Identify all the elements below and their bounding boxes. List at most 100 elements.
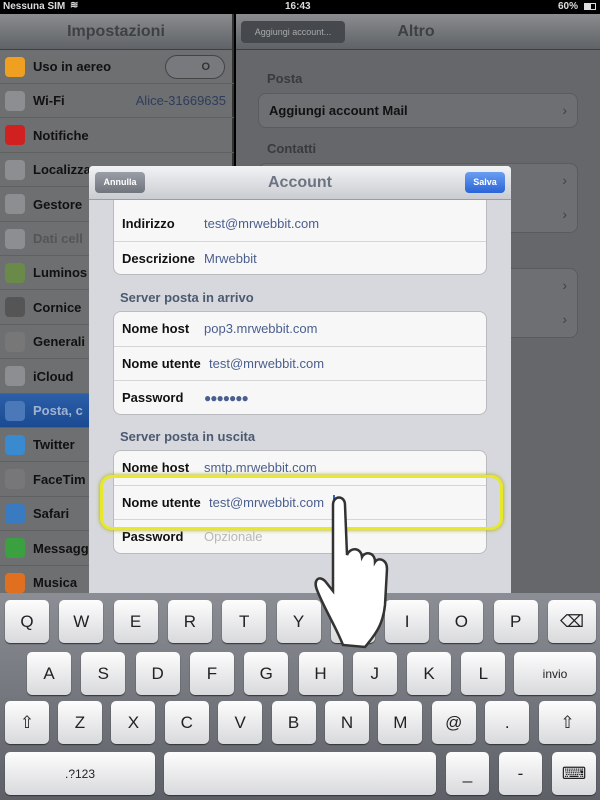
backspace-icon: ⌫ [559, 611, 585, 631]
key-label: I [404, 611, 410, 631]
key-x[interactable]: X [111, 701, 156, 744]
field-label: Nome host [122, 460, 190, 475]
key-k[interactable]: K [407, 652, 452, 695]
key-label: @ [445, 712, 463, 732]
key-j[interactable]: J [352, 652, 397, 695]
form-field[interactable]: Nome host pop3.mrwebbit.com [114, 312, 486, 347]
wifi-network-value: Alice-31669635 [135, 93, 226, 109]
key-z[interactable]: Z [58, 701, 102, 744]
key-o[interactable]: O [439, 600, 484, 643]
field-label: Nome host [122, 321, 190, 336]
key-s[interactable]: S [81, 652, 126, 695]
key-e[interactable]: E [113, 600, 158, 643]
field-value[interactable]: Mrwebbit [204, 242, 257, 275]
key-g[interactable]: G [244, 652, 289, 695]
sidebar-item[interactable]: Notifiche [0, 119, 234, 153]
form-field[interactable]: Indirizzo test@mrwebbit.com [114, 207, 486, 242]
key-v[interactable]: V [218, 701, 263, 744]
brightness-icon [5, 262, 25, 283]
form-field[interactable]: Descrizione Mrwebbit [114, 242, 486, 275]
key-f[interactable]: F [189, 652, 234, 695]
key-label: V [234, 712, 246, 732]
key-label: T [238, 611, 250, 631]
key-c[interactable]: C [164, 701, 209, 744]
battery-icon [584, 3, 596, 10]
chevron-right-icon: › [562, 102, 567, 118]
keyboard: QWERTYUIOP⌫ASDFGHJKLinvio⇧ZXCVBNM@.⇧.?12… [0, 593, 600, 800]
key-period[interactable]: . [485, 701, 530, 744]
sidebar-item-label: Musica [33, 575, 78, 590]
key-m[interactable]: M [378, 701, 423, 744]
key-label: Y [292, 611, 305, 631]
save-button[interactable]: Salva [465, 172, 505, 193]
return-key[interactable]: invio [514, 652, 596, 695]
key-label: C [180, 712, 193, 732]
shift-right-key[interactable]: ⇧ [539, 701, 596, 744]
shift-left-key[interactable]: ⇧ [5, 701, 49, 744]
airplane-icon [5, 56, 25, 77]
sidebar-item[interactable]: Uso in aereo O [0, 50, 234, 84]
highlight-outline [100, 475, 503, 530]
icloud-icon [5, 366, 25, 387]
key-at[interactable]: @ [431, 701, 476, 744]
key-label: G [259, 663, 273, 683]
key-l[interactable]: L [461, 652, 506, 695]
back-button[interactable]: Aggiungi account... [241, 21, 345, 43]
sidebar-item[interactable]: Wi-Fi Alice-31669635 [0, 84, 234, 119]
key-label: R [183, 611, 197, 631]
numbers-key[interactable]: .?123 [5, 752, 155, 795]
sidebar-item-label: iCloud [33, 368, 74, 384]
dash-key[interactable]: - [499, 752, 542, 795]
account-modal: Indirizzo test@mrwebbit.com Descrizione Mrw… [89, 166, 511, 596]
key-n[interactable]: N [325, 701, 369, 744]
key-q[interactable]: Q [5, 600, 49, 643]
airplane-mode-toggle[interactable]: O [165, 54, 225, 79]
carrier: Nessuna SIM [3, 1, 66, 12]
picture-frame-icon [5, 297, 25, 318]
sidebar-item-label: Wi-Fi [33, 93, 65, 109]
sidebar-item-label: Cornice [33, 299, 82, 315]
detail-navbar: Aggiungi account... Altro [236, 14, 600, 50]
gear-icon [5, 331, 25, 352]
key-h[interactable]: H [298, 652, 343, 695]
form-field[interactable]: Password ●●●●●●● [114, 381, 486, 414]
sidebar-item-label: Uso in aereo [33, 59, 112, 74]
music-icon [5, 572, 25, 593]
hideboard-key-icon: ⌨ [561, 763, 587, 783]
add-mail-account-row[interactable]: Aggiungi account Mail › [258, 93, 578, 128]
key-label: P [510, 611, 522, 631]
field-value[interactable]: pop3.mrwebbit.com [204, 312, 317, 346]
field-value[interactable]: ●●●●●●● [204, 381, 249, 414]
hide-keyboard-key[interactable]: ⌨ [552, 752, 596, 795]
key-t[interactable]: T [222, 600, 267, 643]
backspace-key[interactable]: ⌫ [548, 600, 596, 643]
key-d[interactable]: D [135, 652, 180, 695]
field-label: Password [122, 390, 184, 405]
field-value[interactable]: test@mrwebbit.com [204, 207, 319, 241]
key-label: - [517, 763, 524, 783]
key-a[interactable]: A [27, 652, 71, 695]
sidebar-item-label: Luminos [33, 265, 88, 281]
key-b[interactable]: B [271, 701, 316, 744]
key-r[interactable]: R [167, 600, 212, 643]
field-value[interactable]: test@mrwebbit.com [209, 347, 324, 381]
cancel-button[interactable]: Annulla [95, 172, 145, 193]
key-p[interactable]: P [493, 600, 538, 643]
underscore-key[interactable]: _ [446, 752, 489, 795]
key-label: .?123 [64, 766, 96, 781]
key-w[interactable]: W [59, 600, 104, 643]
key-label: B [287, 712, 300, 732]
sidebar-item-label: Posta, c [33, 403, 83, 418]
key-label: J [370, 663, 380, 683]
key-label: M [393, 712, 408, 732]
status-bar: Nessuna SIM ≋ 16:43 60% [0, 0, 600, 14]
battery-level: 60% [558, 1, 579, 12]
section-contatti: Contatti [267, 141, 317, 156]
key-label: . [504, 712, 510, 732]
space-key[interactable] [164, 752, 436, 795]
sidebar-item-label: Dati cell [33, 231, 83, 246]
form-field[interactable]: Nome utente test@mrwebbit.com [114, 347, 486, 381]
field-label: Nome utente [122, 355, 201, 371]
wifi-icon [5, 90, 25, 111]
clock: 16:43 [285, 1, 311, 12]
